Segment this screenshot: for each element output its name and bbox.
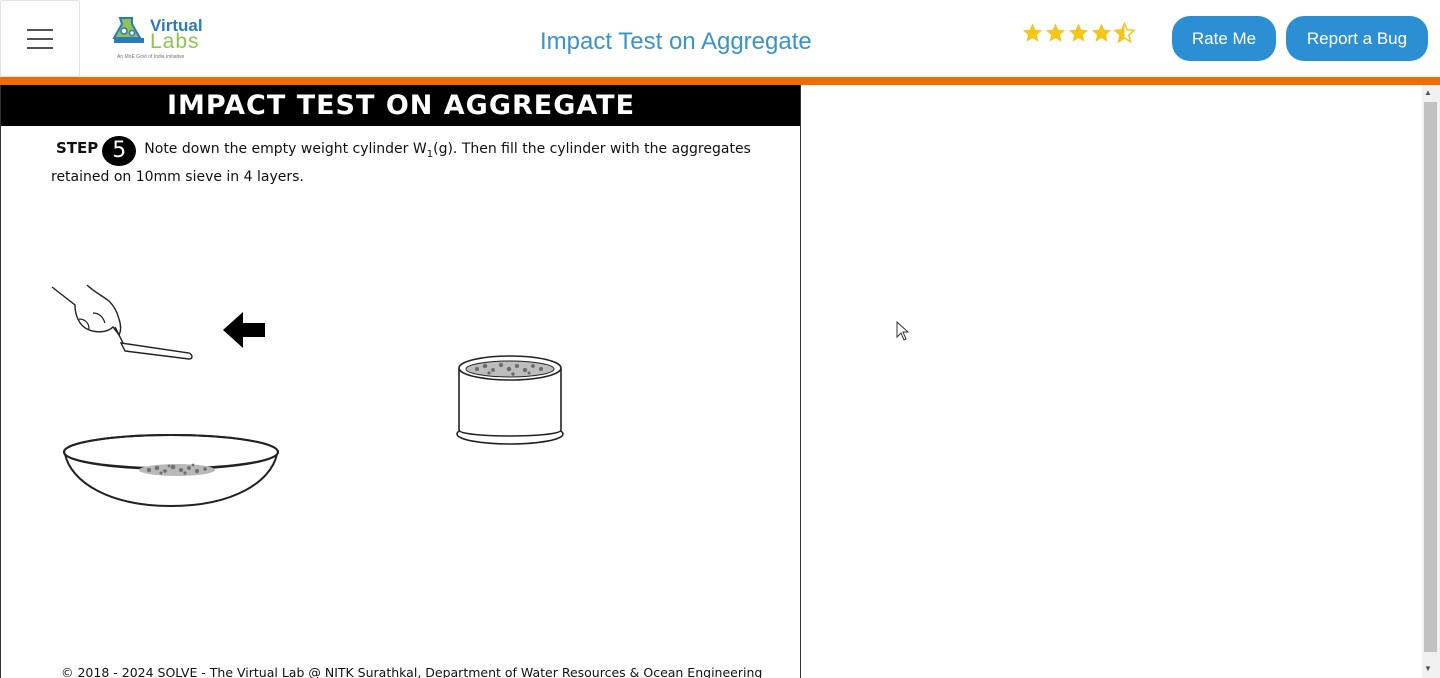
- report-bug-button[interactable]: Report a Bug: [1286, 16, 1428, 61]
- scroll-up-arrow-icon[interactable]: ▲: [1424, 88, 1432, 97]
- simulation-title: IMPACT TEST ON AGGREGATE: [1, 85, 800, 126]
- star-full-icon: [1022, 23, 1043, 42]
- rate-me-button[interactable]: Rate Me: [1172, 16, 1276, 61]
- step-label: STEP: [56, 139, 99, 157]
- header-divider: [0, 77, 1440, 85]
- star-full-icon: [1068, 23, 1089, 42]
- hamburger-menu-button[interactable]: [0, 0, 80, 77]
- logo-text-labs: Labs: [150, 30, 200, 53]
- page-title: Impact Test on Aggregate: [540, 28, 812, 55]
- star-full-icon: [1045, 23, 1066, 42]
- copyright-footer: © 2018 - 2024 SOLVE - The Virtual Lab @ …: [61, 665, 763, 678]
- star-full-icon: [1091, 23, 1112, 42]
- step-instruction: STEP 5 Note down the empty weight cylinder…: [51, 136, 771, 188]
- top-navbar: Virtual Labs An MoE Govt of India Initia…: [0, 0, 1440, 77]
- star-half-icon: [1113, 21, 1136, 44]
- scroll-down-arrow-icon[interactable]: ▼: [1424, 664, 1432, 673]
- rating-stars[interactable]: [1021, 20, 1136, 46]
- measuring-cylinder[interactable]: [453, 352, 567, 448]
- flask-icon: [112, 17, 144, 43]
- arrow-left-icon: [223, 312, 265, 348]
- simulation-panel: IMPACT TEST ON AGGREGATE STEP 5 Note down …: [0, 85, 801, 678]
- mouse-cursor-icon: [896, 321, 910, 341]
- logo-tagline: An MoE Govt of India Initiative: [117, 54, 185, 60]
- hand-scoop-tool[interactable]: [49, 283, 199, 363]
- virtual-labs-logo[interactable]: Virtual Labs An MoE Govt of India Initia…: [110, 12, 204, 64]
- hamburger-icon: [27, 28, 53, 49]
- instruction-text-1: Note down the empty weight cylinder W: [144, 141, 427, 157]
- scrollbar-thumb[interactable]: [1424, 102, 1437, 652]
- step-number-badge: 5: [102, 136, 137, 166]
- aggregate-bowl[interactable]: [59, 430, 283, 512]
